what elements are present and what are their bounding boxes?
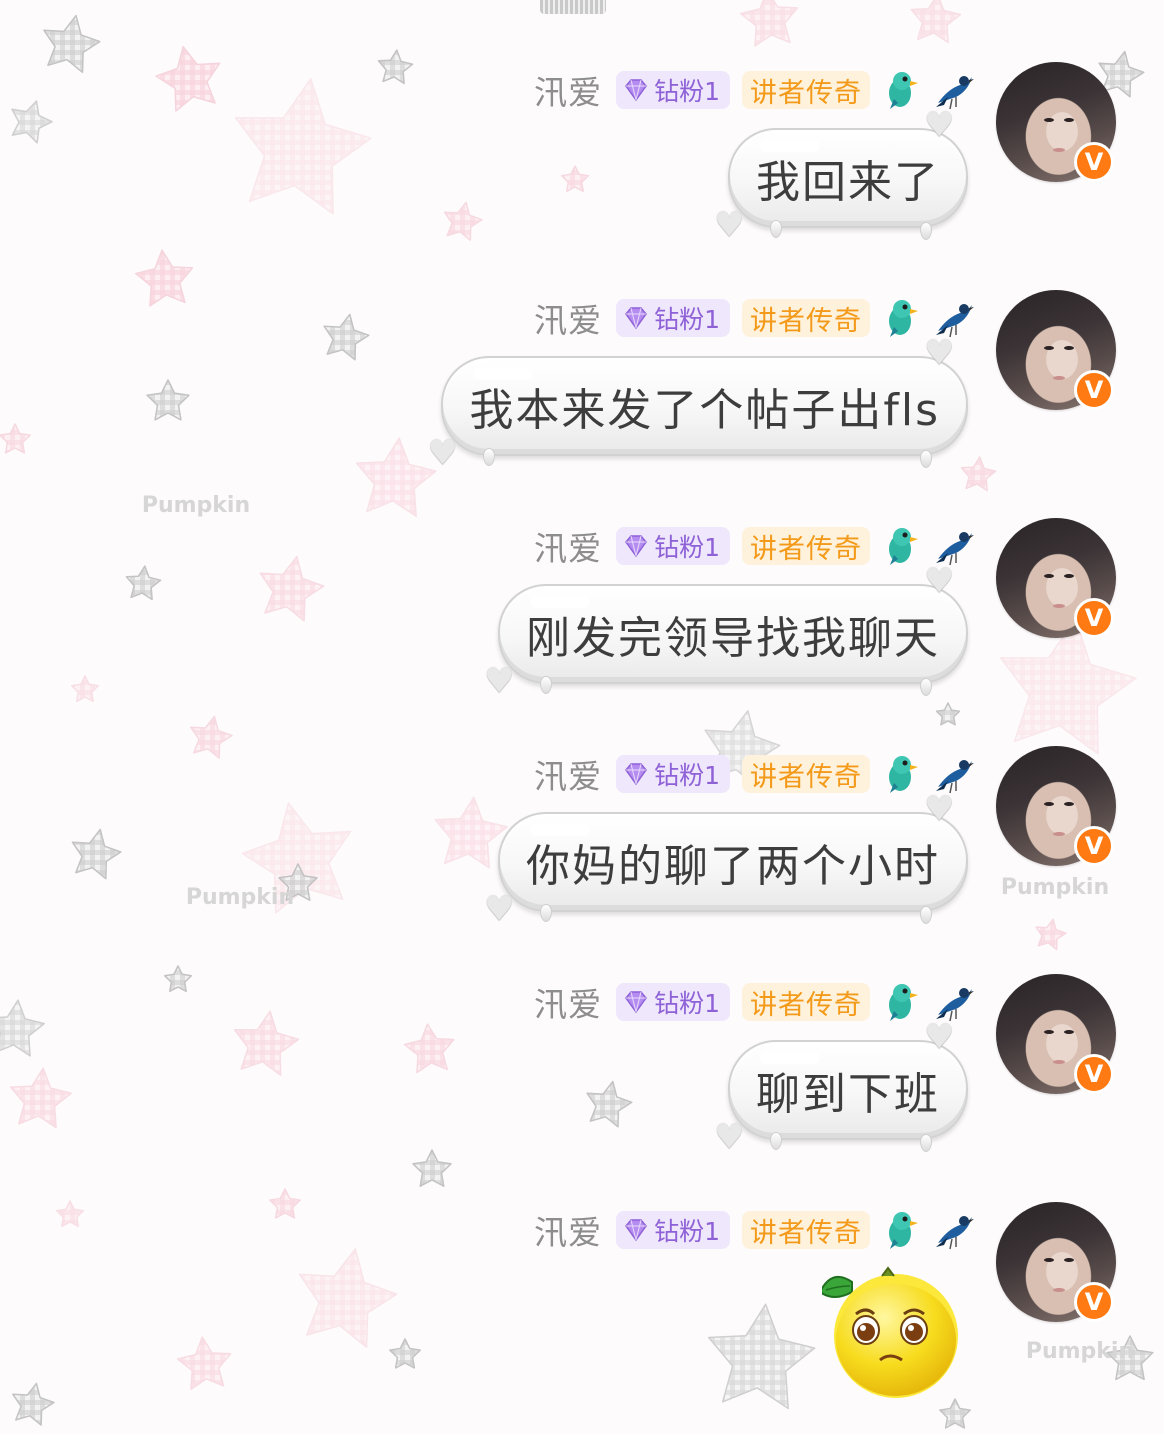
fan-level-badge[interactable]: 钻粉1 [616,755,730,793]
heart-decoration-icon: ♥ [924,105,957,145]
diamond-icon [625,535,648,558]
verified-badge: V [1074,598,1114,638]
title-badge[interactable]: 讲者传奇 [742,71,870,109]
verified-badge: V [1074,826,1114,866]
chat-message: 汛爱 钻粉1 讲者传奇 V 我回来了 ♥ ♥ [0,62,1164,290]
chat-message: 汛爱 钻粉1 讲者传奇 V 聊到下班 ♥ ♥ [0,974,1164,1202]
diamond-icon [625,307,648,330]
fan-level-badge[interactable]: 钻粉1 [616,71,730,109]
diamond-icon [625,1219,648,1242]
lemon-worried-face-sticker[interactable] [822,1262,962,1402]
message-bubble[interactable]: 你妈的聊了两个小时 ♥ ♥ [484,792,968,926]
heart-decoration-icon: ♥ [714,1117,747,1157]
fan-level-badge[interactable]: 钻粉1 [616,527,730,565]
fan-badge-label: 钻粉1 [654,989,720,1018]
sender-name[interactable]: 汛爱 [534,978,602,1026]
parrot-icon [889,300,918,337]
parrot-icon [889,984,918,1021]
diamond-icon [625,991,648,1014]
sender-name[interactable]: 汛爱 [534,522,602,570]
message-bubble[interactable]: 聊到下班 ♥ ♥ [714,1020,968,1154]
message-header: 汛爱 钻粉1 讲者传奇 [534,68,974,112]
heart-decoration-icon: ♥ [924,789,957,829]
message-header: 汛爱 钻粉1 讲者传奇 [534,980,974,1024]
fan-badge-label: 钻粉1 [654,533,720,562]
parrot-icon [889,528,918,565]
fan-badge-label: 钻粉1 [654,1217,720,1246]
heart-decoration-icon: ♥ [484,661,517,701]
chat-message: 汛爱 钻粉1 讲者传奇 V [0,1202,1164,1430]
title-badge[interactable]: 讲者传奇 [742,527,870,565]
magpie-icon [936,1216,974,1250]
verified-badge: V [1074,1054,1114,1094]
message-bubble[interactable]: 我回来了 ♥ ♥ [714,108,968,242]
verified-badge: V [1074,142,1114,182]
message-header: 汛爱 钻粉1 讲者传奇 [534,296,974,340]
heart-decoration-icon: ♥ [714,205,747,245]
chat-message: 汛爱 钻粉1 讲者传奇 V 刚发完领导找我聊天 ♥ ♥ [0,518,1164,746]
message-text: 我回来了 [756,157,940,208]
heart-decoration-icon: ♥ [484,889,517,929]
parrot-icon [889,1212,918,1249]
message-bubble[interactable]: 我本来发了个帖子出fls ♥ ♥ [427,336,968,470]
diamond-icon [625,79,648,102]
parrot-icon [889,756,918,793]
sender-name[interactable]: 汛爱 [534,750,602,798]
chat-message-list[interactable]: 汛爱 钻粉1 讲者传奇 V 我回来了 ♥ ♥ 汛爱 钻粉1 讲者传奇 V 我本来… [0,0,1164,1434]
message-bubble[interactable]: 刚发完领导找我聊天 ♥ ♥ [484,564,968,698]
fan-level-badge[interactable]: 钻粉1 [616,983,730,1021]
message-header: 汛爱 钻粉1 讲者传奇 [534,752,974,796]
sender-name[interactable]: 汛爱 [534,294,602,342]
fan-badge-label: 钻粉1 [654,761,720,790]
title-badge[interactable]: 讲者传奇 [742,299,870,337]
verified-badge: V [1074,1282,1114,1322]
message-text: 刚发完领导找我聊天 [526,613,940,664]
parrot-icon [889,72,918,109]
heart-decoration-icon: ♥ [924,561,957,601]
fan-badge-label: 钻粉1 [654,305,720,334]
title-badge[interactable]: 讲者传奇 [742,755,870,793]
fan-level-badge[interactable]: 钻粉1 [616,1211,730,1249]
heart-decoration-icon: ♥ [427,433,460,473]
message-text: 我本来发了个帖子出fls [469,385,940,436]
message-text: 你妈的聊了两个小时 [526,841,940,892]
title-badge[interactable]: 讲者传奇 [742,983,870,1021]
message-text: 聊到下班 [756,1069,940,1120]
diamond-icon [625,763,648,786]
sender-name[interactable]: 汛爱 [534,1206,602,1254]
message-header: 汛爱 钻粉1 讲者传奇 [534,1208,974,1252]
chat-message: 汛爱 钻粉1 讲者传奇 V 你妈的聊了两个小时 ♥ ♥ [0,746,1164,974]
title-badge[interactable]: 讲者传奇 [742,1211,870,1249]
sender-name[interactable]: 汛爱 [534,66,602,114]
fan-level-badge[interactable]: 钻粉1 [616,299,730,337]
verified-badge: V [1074,370,1114,410]
heart-decoration-icon: ♥ [924,333,957,373]
fan-badge-label: 钻粉1 [654,77,720,106]
heart-decoration-icon: ♥ [924,1017,957,1057]
chat-message: 汛爱 钻粉1 讲者传奇 V 我本来发了个帖子出fls ♥ ♥ [0,290,1164,518]
message-header: 汛爱 钻粉1 讲者传奇 [534,524,974,568]
